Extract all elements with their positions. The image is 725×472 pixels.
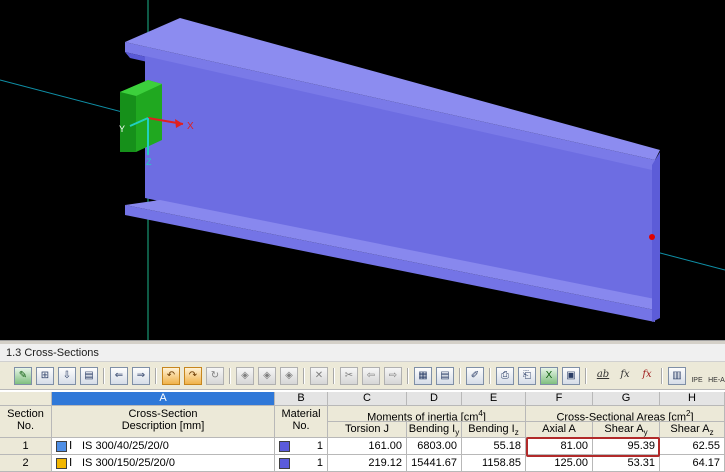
edit-icon[interactable]: ✎ xyxy=(14,367,32,385)
ab-icon[interactable]: ab xyxy=(592,367,614,385)
cross-section-description[interactable]: I IS 300/40/25/20/0 xyxy=(52,438,275,455)
arrow-right-icon[interactable]: ⇒ xyxy=(132,367,150,385)
header-shear-y: Shear Ay xyxy=(593,422,660,438)
axis-x-label: X xyxy=(187,121,194,132)
col-letter-a[interactable]: A xyxy=(52,392,275,406)
header-cross-sectional-areas: Cross-Sectional Areas [cm2] xyxy=(526,406,725,422)
insert-row-icon[interactable]: ⊞ xyxy=(36,367,54,385)
cross-sections-table: A B C D E F G H Section No. Cross-Sectio… xyxy=(0,390,725,472)
beam-model-graphic xyxy=(0,0,725,340)
model-viewport[interactable]: X Y Z xyxy=(0,0,725,340)
node-point xyxy=(649,234,655,240)
redo-icon[interactable]: ↷ xyxy=(184,367,202,385)
undo-icon[interactable]: ↶ xyxy=(162,367,180,385)
torsion-value[interactable]: 161.00 xyxy=(328,438,407,455)
refresh-icon[interactable]: ↻ xyxy=(206,367,224,385)
print-icon[interactable]: ⎗ xyxy=(518,367,536,385)
header-cross-section: Cross-Section Description [mm] xyxy=(52,406,275,438)
export-icon[interactable]: ⎙ xyxy=(496,367,514,385)
axis-y-label: Y xyxy=(119,124,126,134)
fx-clear-icon[interactable]: fx xyxy=(638,367,656,385)
col-letter-e[interactable]: E xyxy=(462,392,526,406)
arrow-left-icon[interactable]: ⇐ xyxy=(110,367,128,385)
bending-z-value[interactable]: 1158.85 xyxy=(462,455,526,472)
col-letter-d[interactable]: D xyxy=(407,392,462,406)
torsion-value[interactable]: 219.12 xyxy=(328,455,407,472)
header-section-no: Section No. xyxy=(0,406,52,438)
view2-icon[interactable]: ◈ xyxy=(258,367,276,385)
col-letter-c[interactable]: C xyxy=(328,392,407,406)
he-icon[interactable]: HE-A xyxy=(708,367,725,385)
delete-icon[interactable]: ✕ xyxy=(310,367,328,385)
ipe-icon[interactable]: IPE xyxy=(688,367,706,385)
header-moments-of-inertia: Moments of inertia [cm4] xyxy=(328,406,526,422)
header-axial: Axial A xyxy=(526,422,593,438)
shear-z-value[interactable]: 64.17 xyxy=(660,455,725,472)
material-no[interactable]: 1 xyxy=(275,438,328,455)
i-section-icon: I xyxy=(69,456,73,469)
header-torsion: Torsion J xyxy=(328,422,407,438)
edit-text-icon[interactable]: ✐ xyxy=(466,367,484,385)
view-icon[interactable]: ◈ xyxy=(236,367,254,385)
calculator-icon[interactable]: ▣ xyxy=(562,367,580,385)
bending-y-value[interactable]: 15441.67 xyxy=(407,455,462,472)
import-icon[interactable]: ⇩ xyxy=(58,367,76,385)
table-icon[interactable]: ▦ xyxy=(414,367,432,385)
cross-section-description[interactable]: I IS 300/150/25/20/0 xyxy=(52,455,275,472)
section-color-swatch xyxy=(56,441,67,452)
shear-y-value[interactable]: 95.39 xyxy=(593,438,660,455)
excel-icon[interactable]: X xyxy=(540,367,558,385)
panel-title: 1.3 Cross-Sections xyxy=(0,344,725,362)
col-letter-f[interactable]: F xyxy=(526,392,593,406)
fx-icon[interactable]: fx xyxy=(616,367,634,385)
row-number[interactable]: 1 xyxy=(0,438,52,455)
row-number[interactable]: 2 xyxy=(0,455,52,472)
material-color-swatch xyxy=(279,441,290,452)
shear-z-value[interactable]: 62.55 xyxy=(660,438,725,455)
view3-icon[interactable]: ◈ xyxy=(280,367,298,385)
shear-y-value[interactable]: 53.31 xyxy=(593,455,660,472)
header-bending-z: Bending Iz xyxy=(462,422,526,438)
paste-icon[interactable]: ⇦ xyxy=(362,367,380,385)
header-shear-z: Shear Az xyxy=(660,422,725,438)
table2-icon[interactable]: ▤ xyxy=(436,367,454,385)
delete-row-icon[interactable]: ▤ xyxy=(80,367,98,385)
table-toolbar: ✎ ⊞ ⇩ ▤ ⇐ ⇒ ↶ ↷ ↻ ◈ ◈ ◈ ✕ ✂ ⇦ ⇨ ▦ ▤ ✐ ⎙ … xyxy=(0,362,725,390)
material-color-swatch xyxy=(279,458,290,469)
header-bending-y: Bending Iy xyxy=(407,422,462,438)
bending-z-value[interactable]: 55.18 xyxy=(462,438,526,455)
axis-z-label: Z xyxy=(146,157,152,167)
header-material: Material No. xyxy=(275,406,328,438)
col-letter-h[interactable]: H xyxy=(660,392,725,406)
i-section-icon: I xyxy=(69,439,73,452)
col-letter-b[interactable]: B xyxy=(275,392,328,406)
axial-value[interactable]: 125.00 xyxy=(526,455,593,472)
bending-y-value[interactable]: 6803.00 xyxy=(407,438,462,455)
move-icon[interactable]: ⇨ xyxy=(384,367,402,385)
material-no[interactable]: 1 xyxy=(275,455,328,472)
col-letter-g[interactable]: G xyxy=(593,392,660,406)
book-icon[interactable]: ▥ xyxy=(668,367,686,385)
section-color-swatch xyxy=(56,458,67,469)
axial-value[interactable]: 81.00 xyxy=(526,438,593,455)
cut-icon[interactable]: ✂ xyxy=(340,367,358,385)
